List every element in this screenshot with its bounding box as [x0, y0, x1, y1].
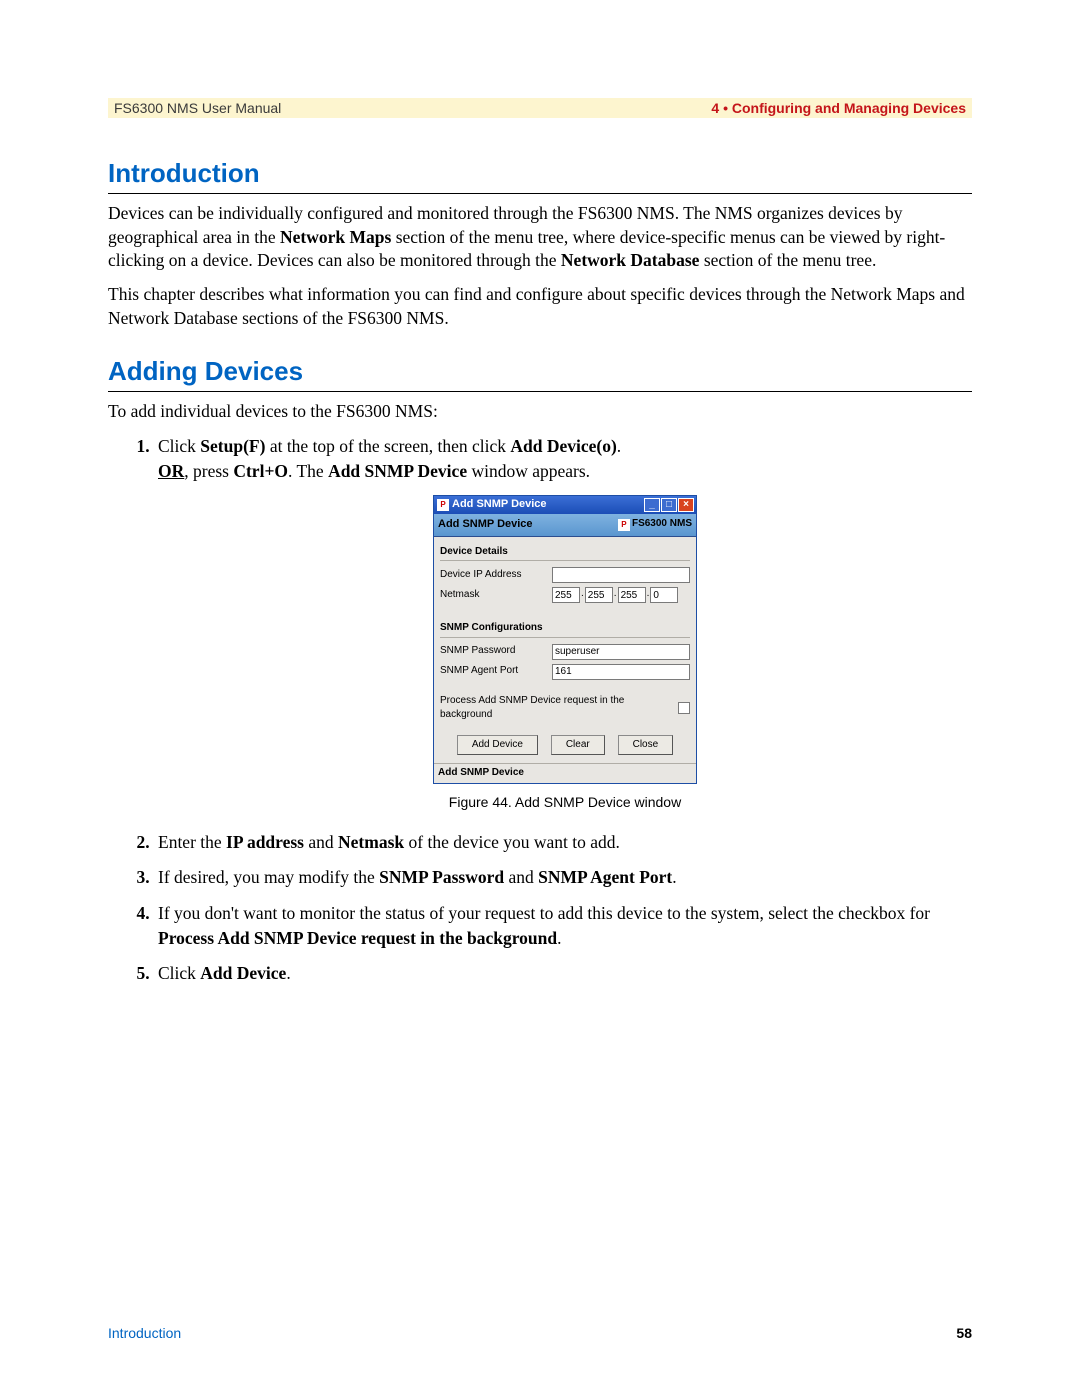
- group-device-details: Device Details: [440, 545, 690, 562]
- brand-text: FS6300 NMS: [632, 517, 692, 532]
- background-checkbox[interactable]: [678, 702, 690, 714]
- netmask-octet-2[interactable]: [585, 587, 613, 603]
- dialog-subheader-text: Add SNMP Device: [438, 517, 533, 533]
- app-icon: P: [437, 499, 449, 511]
- snmp-port-label: SNMP Agent Port: [440, 664, 552, 679]
- intro-paragraph-1: Devices can be individually configured a…: [108, 202, 972, 273]
- header-manual-title: FS6300 NMS User Manual: [114, 100, 281, 116]
- footer-page-number: 58: [956, 1325, 972, 1341]
- header-chapter-title: 4 • Configuring and Managing Devices: [711, 100, 966, 116]
- section-heading-adding-devices: Adding Devices: [108, 356, 972, 387]
- divider: [108, 391, 972, 392]
- add-snmp-device-window: P Add SNMP Device _ □ × Add SNMP Device …: [433, 495, 697, 784]
- netmask-octet-1[interactable]: [552, 587, 580, 603]
- ip-address-input[interactable]: [552, 567, 690, 583]
- steps-list: Click Setup(F) at the top of the screen,…: [108, 434, 972, 987]
- brand-badge: P FS6300 NMS: [618, 517, 692, 532]
- window-titlebar: P Add SNMP Device _ □ ×: [434, 496, 696, 514]
- maximize-button[interactable]: □: [661, 498, 677, 512]
- snmp-password-input[interactable]: [552, 644, 690, 660]
- section-heading-introduction: Introduction: [108, 158, 972, 189]
- brand-icon: P: [618, 519, 630, 531]
- adding-devices-intro: To add individual devices to the FS6300 …: [108, 400, 972, 424]
- minimize-button[interactable]: _: [644, 498, 660, 512]
- ip-address-label: Device IP Address: [440, 568, 552, 583]
- step-5: Click Add Device.: [154, 961, 972, 986]
- group-snmp-config: SNMP Configurations: [440, 621, 690, 638]
- divider: [108, 193, 972, 194]
- close-button[interactable]: ×: [678, 498, 694, 512]
- close-dialog-button[interactable]: Close: [618, 735, 674, 756]
- clear-button[interactable]: Clear: [551, 735, 605, 756]
- add-device-button[interactable]: Add Device: [457, 735, 538, 756]
- page-header: FS6300 NMS User Manual 4 • Configuring a…: [108, 98, 972, 118]
- figure-caption: Figure 44. Add SNMP Device window: [158, 792, 972, 812]
- step-1: Click Setup(F) at the top of the screen,…: [154, 434, 972, 812]
- footer-section-name: Introduction: [108, 1325, 181, 1341]
- page-footer: Introduction 58: [108, 1325, 972, 1341]
- snmp-password-label: SNMP Password: [440, 644, 552, 659]
- netmask-octet-3[interactable]: [618, 587, 646, 603]
- dialog-subheader: Add SNMP Device P FS6300 NMS: [434, 514, 696, 537]
- window-title: Add SNMP Device: [452, 497, 547, 513]
- background-checkbox-label: Process Add SNMP Device request in the b…: [440, 694, 674, 723]
- netmask-label: Netmask: [440, 588, 552, 603]
- step-4: If you don't want to monitor the status …: [154, 901, 972, 952]
- dialog-statusbar: Add SNMP Device: [434, 763, 696, 783]
- netmask-octet-4[interactable]: [650, 587, 678, 603]
- intro-paragraph-2: This chapter describes what information …: [108, 283, 972, 330]
- step-3: If desired, you may modify the SNMP Pass…: [154, 865, 972, 890]
- step-2: Enter the IP address and Netmask of the …: [154, 830, 972, 855]
- snmp-port-input[interactable]: [552, 664, 690, 680]
